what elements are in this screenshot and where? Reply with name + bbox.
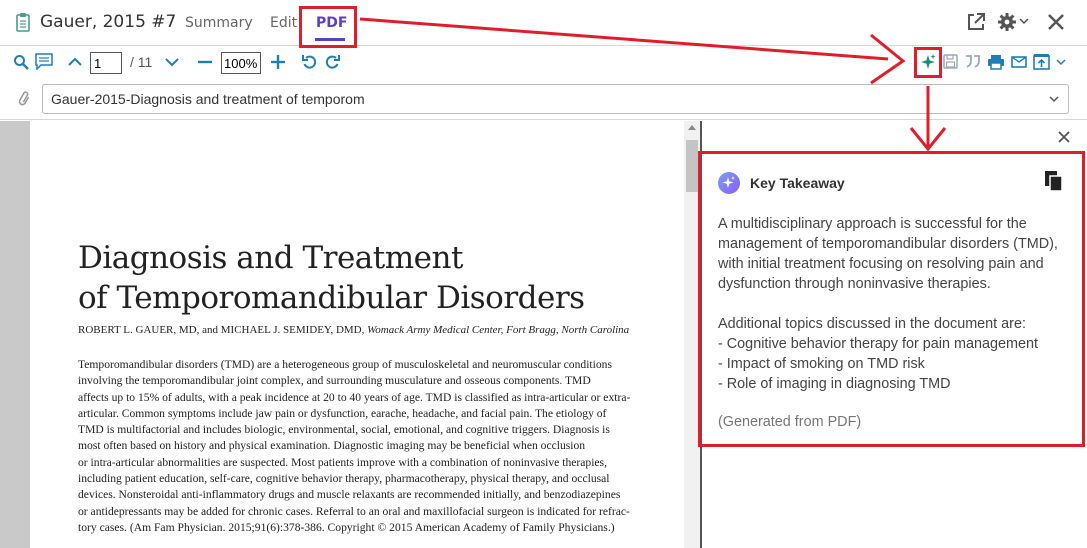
pdf-abstract-line: most often based on history and physical… bbox=[78, 439, 586, 453]
pdf-abstract-line: devices. Nonsteroidal anti-inflammatory … bbox=[78, 488, 621, 502]
pdf-scroll-thumb[interactable] bbox=[686, 140, 698, 192]
tab-summary[interactable]: Summary bbox=[185, 15, 253, 31]
quote-icon[interactable] bbox=[965, 55, 981, 68]
pdf-article-title: Diagnosis and Treatment of Temporomandib… bbox=[78, 238, 585, 318]
pdf-author-names: ROBERT L. GAUER, MD, and MICHAEL J. SEMI… bbox=[78, 324, 368, 336]
reference-title: Gauer, 2015 #7 bbox=[40, 12, 177, 32]
search-icon[interactable] bbox=[13, 54, 29, 70]
pdf-title-line-1: Diagnosis and Treatment bbox=[78, 240, 463, 276]
pdf-title-line-2: of Temporomandibular Disorders bbox=[78, 280, 585, 316]
pdf-abstract-line: involving the temporomandibular joint co… bbox=[78, 374, 591, 388]
pdf-abstract-line: affects up to 15% of adults, with a peak… bbox=[78, 390, 631, 404]
annotation-box-ai-button bbox=[914, 47, 942, 78]
zoom-input[interactable] bbox=[221, 52, 261, 74]
pdf-abstract-line: TMD is multifactorial and includes biolo… bbox=[78, 423, 610, 437]
panel-close-icon[interactable] bbox=[1058, 131, 1070, 143]
page-total: / 11 bbox=[130, 54, 153, 70]
clipboard-icon bbox=[16, 13, 30, 32]
chevron-down-icon[interactable] bbox=[1049, 95, 1059, 103]
pdf-abstract-line: Temporomandibular disorders (TMD) are a … bbox=[78, 358, 612, 371]
email-icon[interactable] bbox=[1011, 56, 1027, 68]
pdf-author-affiliation: Womack Army Medical Center, Fort Bragg, … bbox=[367, 324, 630, 336]
pdf-authors: ROBERT L. GAUER, MD, and MICHAEL J. SEMI… bbox=[78, 324, 629, 336]
print-icon[interactable] bbox=[987, 54, 1005, 70]
gear-icon[interactable] bbox=[997, 12, 1017, 32]
pdf-abstract: Temporomandibular disorders (TMD) are a … bbox=[78, 357, 674, 536]
chevron-down-icon[interactable] bbox=[1019, 17, 1029, 25]
pdf-abstract-line: tory cases. (Am Fam Physician. 2015;91(6… bbox=[78, 520, 615, 534]
page-number-input[interactable] bbox=[90, 52, 122, 74]
pdf-abstract-line: or antidepressants may be added for chro… bbox=[78, 504, 630, 518]
plus-icon[interactable] bbox=[270, 54, 286, 70]
export-icon[interactable] bbox=[1033, 53, 1050, 70]
chevron-up-icon[interactable] bbox=[68, 57, 82, 67]
attachment-select[interactable]: Gauer-2015-Diagnosis and treatment of te… bbox=[42, 84, 1069, 114]
close-icon[interactable] bbox=[1046, 12, 1066, 32]
scroll-up-arrow[interactable] bbox=[688, 124, 696, 130]
annotation-box-key-takeaway bbox=[698, 151, 1085, 447]
pdf-gutter bbox=[0, 121, 30, 548]
chevron-down-icon[interactable] bbox=[165, 57, 179, 67]
chevron-down-icon[interactable] bbox=[1056, 58, 1066, 66]
undo-icon[interactable] bbox=[302, 54, 317, 69]
annotation-arrow-head bbox=[909, 127, 947, 152]
tab-edit[interactable]: Edit bbox=[270, 15, 297, 31]
paperclip-icon bbox=[18, 91, 30, 106]
annotation-box-pdf-tab bbox=[299, 6, 357, 48]
pdf-abstract-line: or intra-articular abnormalities are sus… bbox=[78, 455, 607, 469]
comment-icon[interactable] bbox=[35, 53, 53, 70]
pdf-abstract-line: articular. Common symptoms include jaw p… bbox=[78, 406, 607, 420]
save-icon[interactable] bbox=[943, 54, 958, 69]
redo-icon[interactable] bbox=[325, 54, 340, 69]
pdf-abstract-line: including patient education, self-care, … bbox=[78, 472, 610, 486]
minus-icon[interactable] bbox=[197, 55, 213, 69]
external-link-icon[interactable] bbox=[966, 12, 986, 32]
